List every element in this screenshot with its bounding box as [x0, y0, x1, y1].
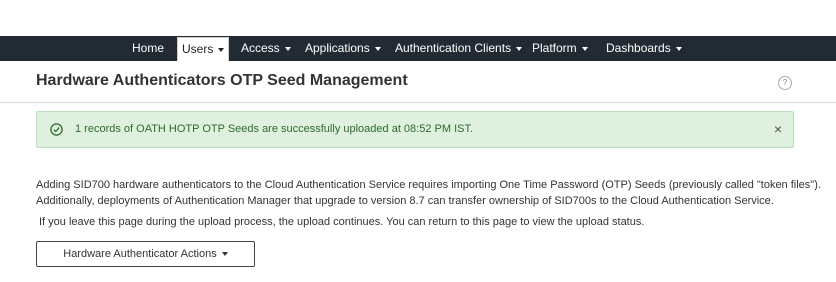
caret-down-icon: [221, 252, 228, 257]
header-divider: [0, 102, 836, 103]
check-circle-icon: [50, 123, 63, 136]
actions-button-label: Hardware Authenticator Actions: [63, 248, 217, 260]
nav-dashboards-label: Dashboards: [606, 41, 671, 55]
page-title: Hardware Authenticators OTP Seed Managem…: [36, 72, 408, 89]
caret-down-icon: [516, 46, 523, 51]
caret-down-icon: [218, 47, 225, 52]
help-icon[interactable]: ?: [778, 76, 792, 90]
success-alert: 1 records of OATH HOTP OTP Seeds are suc…: [36, 111, 794, 148]
nav-users[interactable]: Users: [177, 37, 230, 61]
nav-access[interactable]: Access: [241, 36, 291, 61]
upload-status-note: If you leave this page during the upload…: [39, 216, 645, 228]
nav-platform-label: Platform: [532, 41, 577, 55]
nav-dashboards[interactable]: Dashboards: [606, 36, 682, 61]
caret-down-icon: [581, 46, 588, 51]
alert-message: 1 records of OATH HOTP OTP Seeds are suc…: [75, 123, 474, 135]
close-icon[interactable]: ×: [774, 122, 782, 136]
nav-home-label: Home: [132, 41, 165, 55]
caret-down-icon: [284, 46, 291, 51]
caret-down-icon: [675, 46, 682, 51]
nav-platform[interactable]: Platform: [532, 36, 588, 61]
nav-home[interactable]: Home: [132, 36, 164, 61]
description-line-1: Adding SID700 hardware authenticators to…: [36, 179, 821, 191]
nav-users-label: Users: [182, 42, 214, 56]
nav-applications[interactable]: Applications: [305, 36, 381, 61]
nav-applications-label: Applications: [305, 41, 370, 55]
description-line-2: Additionally, deployments of Authenticat…: [36, 195, 774, 207]
top-navbar: Home Users Access Applications Authentic…: [0, 36, 836, 61]
nav-access-label: Access: [241, 41, 280, 55]
caret-down-icon: [374, 46, 381, 51]
hardware-authenticator-actions-button[interactable]: Hardware Authenticator Actions: [36, 241, 255, 267]
nav-authentication-clients[interactable]: Authentication Clients: [395, 36, 523, 61]
nav-authentication-clients-label: Authentication Clients: [395, 41, 512, 55]
